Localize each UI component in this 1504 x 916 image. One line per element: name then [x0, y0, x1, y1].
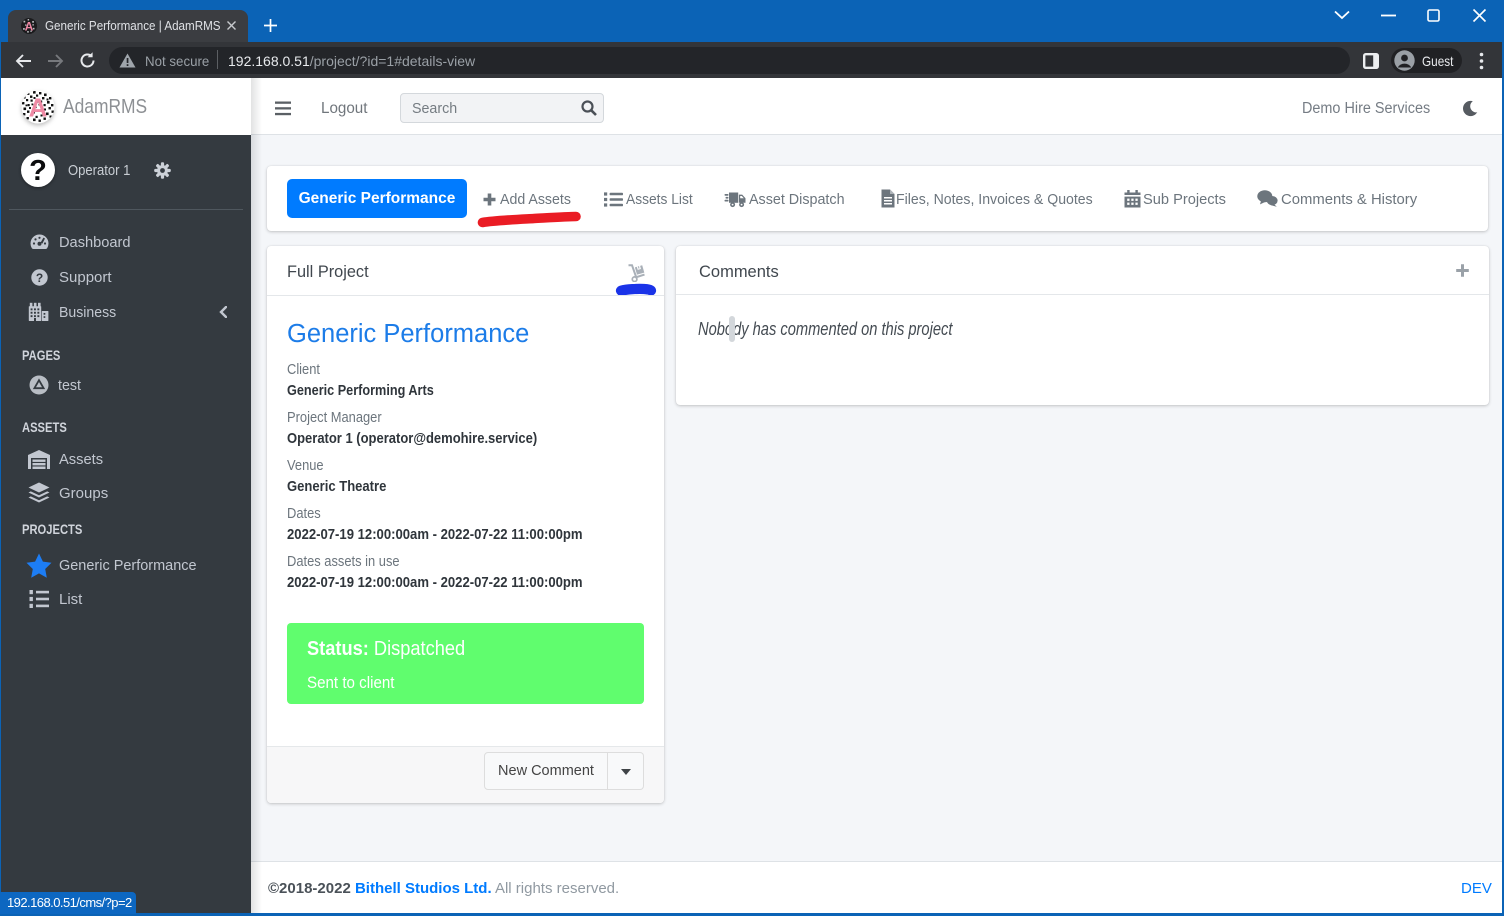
svg-text:A: A — [29, 93, 48, 123]
svg-text:?: ? — [36, 271, 43, 285]
svg-text:A: A — [25, 19, 34, 33]
